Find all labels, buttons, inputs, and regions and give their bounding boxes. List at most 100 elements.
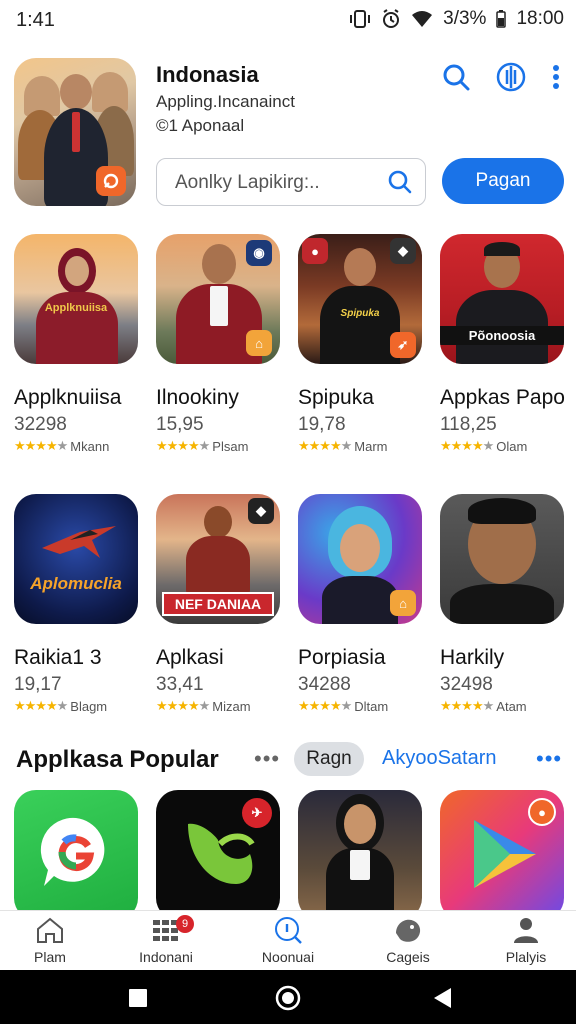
tab-label: Indonani: [139, 949, 193, 965]
status-time: 1:41: [16, 9, 55, 31]
tab-label: Plam: [34, 949, 66, 965]
app-icon-portrait[interactable]: [298, 790, 422, 910]
battery-icon: [496, 10, 507, 28]
search-field-icon[interactable]: [387, 169, 413, 200]
app-icon-appkas-papo[interactable]: Põonoosia: [440, 234, 564, 364]
page-meta: ©1 Aponaal: [156, 116, 245, 135]
tab-discover[interactable]: Noonuai: [238, 915, 338, 965]
app-card[interactable]: ◉ ⌂ Ilnookiny 15,95 ★★★★★ Plsam: [156, 234, 296, 454]
app-name: Harkily: [440, 646, 505, 669]
app-rating: ★★★★★ Marm: [298, 438, 438, 454]
play-icon: [474, 820, 536, 888]
back-icon[interactable]: [428, 984, 456, 1012]
app-rating: ★★★★★ Mizam: [156, 698, 296, 714]
more-vert-icon[interactable]: [552, 64, 560, 95]
rating-stars: ★★★★★: [14, 698, 68, 713]
search-icon[interactable]: [442, 63, 470, 96]
section-link[interactable]: AkyooSatarn: [382, 747, 497, 770]
status-clock: 18:00: [516, 8, 564, 29]
tab-categories[interactable]: Cageis: [358, 915, 458, 965]
home-nav-icon[interactable]: [274, 984, 302, 1012]
icon-caption: Aplomuclia: [30, 574, 122, 593]
icon-caption: Spipuka: [340, 308, 380, 319]
icon-caption: Põonoosia: [440, 326, 564, 345]
app-icon-ilnookiny[interactable]: ◉ ⌂: [156, 234, 280, 364]
tab-apps[interactable]: 9 Indonani: [116, 915, 216, 965]
app-card[interactable]: NEF DANIAA ◆ Aplkasi 33,41 ★★★★★ Mizam: [156, 494, 296, 714]
app-card[interactable]: Harkily 32498 ★★★★★ Atam: [440, 494, 576, 714]
app-icon-play[interactable]: ●: [440, 790, 564, 910]
app-icon-applknuiisa[interactable]: Applknuiisa: [14, 234, 138, 364]
rating-stars: ★★★★★: [298, 698, 352, 713]
tab-label: Cageis: [386, 949, 430, 965]
icon-caption: Applknuiisa: [44, 302, 108, 314]
status-bar: 1:41 3/3% 18:00: [0, 0, 576, 40]
vibrate-icon: [349, 9, 371, 29]
app-card[interactable]: Põonoosia Appkas Papo 118,25 ★★★★★ Olam: [440, 234, 576, 454]
audio-wave-icon[interactable]: [496, 62, 526, 97]
system-nav-bar: [0, 970, 576, 1024]
app-card[interactable]: ⌂ Porpiasia 34288 ★★★★★ Dltam: [298, 494, 438, 714]
app-badge-icon: ⌂: [390, 590, 416, 616]
section-title: Applkasa Popular: [16, 746, 219, 773]
hero-badge-icon: [96, 166, 126, 196]
rating-label: Atam: [496, 698, 527, 714]
app-rating: ★★★★★ Mkann: [14, 438, 154, 454]
search-box[interactable]: [156, 158, 426, 206]
primary-button[interactable]: Pagan: [442, 158, 564, 204]
app-card[interactable]: Spipuka ● ◆ ➶ Spipuka 19,78 ★★★★★ Marm: [298, 234, 438, 454]
battery-percent: 3/3%: [443, 8, 487, 29]
app-badge-icon: ◆: [248, 498, 274, 524]
app-icon-aplkasi[interactable]: NEF DANIAA ◆: [156, 494, 280, 624]
leaf-icon: [188, 823, 255, 884]
app-rating: ★★★★★ Dltam: [298, 698, 438, 714]
app-number: 34288: [298, 674, 351, 695]
app-icon-leaf[interactable]: ✈: [156, 790, 280, 910]
jet-icon: [42, 526, 116, 558]
rating-label: Mkann: [70, 438, 110, 454]
rating-stars: ★★★★★: [14, 438, 68, 453]
more-horiz-icon[interactable]: •••: [254, 746, 280, 772]
rating-label: Blagm: [70, 698, 108, 714]
app-name: Applknuiisa: [14, 386, 122, 409]
app-header: Indonasia Appling.Incanainct ©1 Aponaal …: [0, 40, 576, 220]
status-icons: 3/3% 18:00: [349, 8, 564, 30]
recents-icon[interactable]: [124, 984, 152, 1012]
icon-caption: NEF DANIAA: [162, 592, 274, 616]
app-number: 33,41: [156, 674, 204, 695]
chat-bubble-icon: [40, 817, 105, 886]
page-title: Indonasia: [156, 62, 259, 87]
grid-icon: [116, 915, 216, 945]
more-horiz-icon[interactable]: •••: [536, 746, 562, 772]
app-number: 118,25: [440, 414, 497, 435]
tab-home[interactable]: Plam: [0, 915, 100, 965]
app-icon-chat-g[interactable]: [14, 790, 138, 910]
app-number: 15,95: [156, 414, 204, 435]
app-rating: ★★★★★ Plsam: [156, 438, 296, 454]
info-search-icon: [238, 915, 338, 945]
person-icon: [476, 915, 576, 945]
app-number: 19,17: [14, 674, 62, 695]
tab-profile[interactable]: Plalyis: [476, 915, 576, 965]
app-rating: ★★★★★ Atam: [440, 698, 576, 714]
app-number: 19,78: [298, 414, 346, 435]
search-input[interactable]: [175, 169, 375, 197]
popular-section-header: Applkasa Popular ••• Ragn AkyooSatarn ••…: [0, 742, 576, 782]
app-icon-spipuka[interactable]: Spipuka ● ◆ ➶: [298, 234, 422, 364]
filter-chip[interactable]: Ragn: [294, 742, 364, 776]
app-icon-raikia[interactable]: Aplomuclia: [14, 494, 138, 624]
page-subtitle: Appling.Incanainct: [156, 92, 295, 111]
tab-label: Plalyis: [505, 949, 547, 965]
app-badge-icon: ◉: [246, 240, 272, 266]
app-badge-icon: ✈: [242, 798, 272, 828]
app-card[interactable]: Aplomuclia Raikia1 3 19,17 ★★★★★ Blagm: [14, 494, 154, 714]
app-card[interactable]: Applknuiisa Applknuiisa 32298 ★★★★★ Mkann: [14, 234, 154, 454]
app-name: Raikia1 3: [14, 646, 102, 669]
app-icon-porpiasia[interactable]: ⌂: [298, 494, 422, 624]
bottom-tab-bar: Plam 9 Indonani Noonuai Cageis Plalyis: [0, 910, 576, 970]
app-icon-harkily[interactable]: [440, 494, 564, 624]
wifi-icon: [411, 10, 433, 28]
app-badge-icon: ●: [302, 238, 328, 264]
hero-image[interactable]: [14, 58, 136, 206]
app-name: Ilnookiny: [156, 386, 239, 409]
